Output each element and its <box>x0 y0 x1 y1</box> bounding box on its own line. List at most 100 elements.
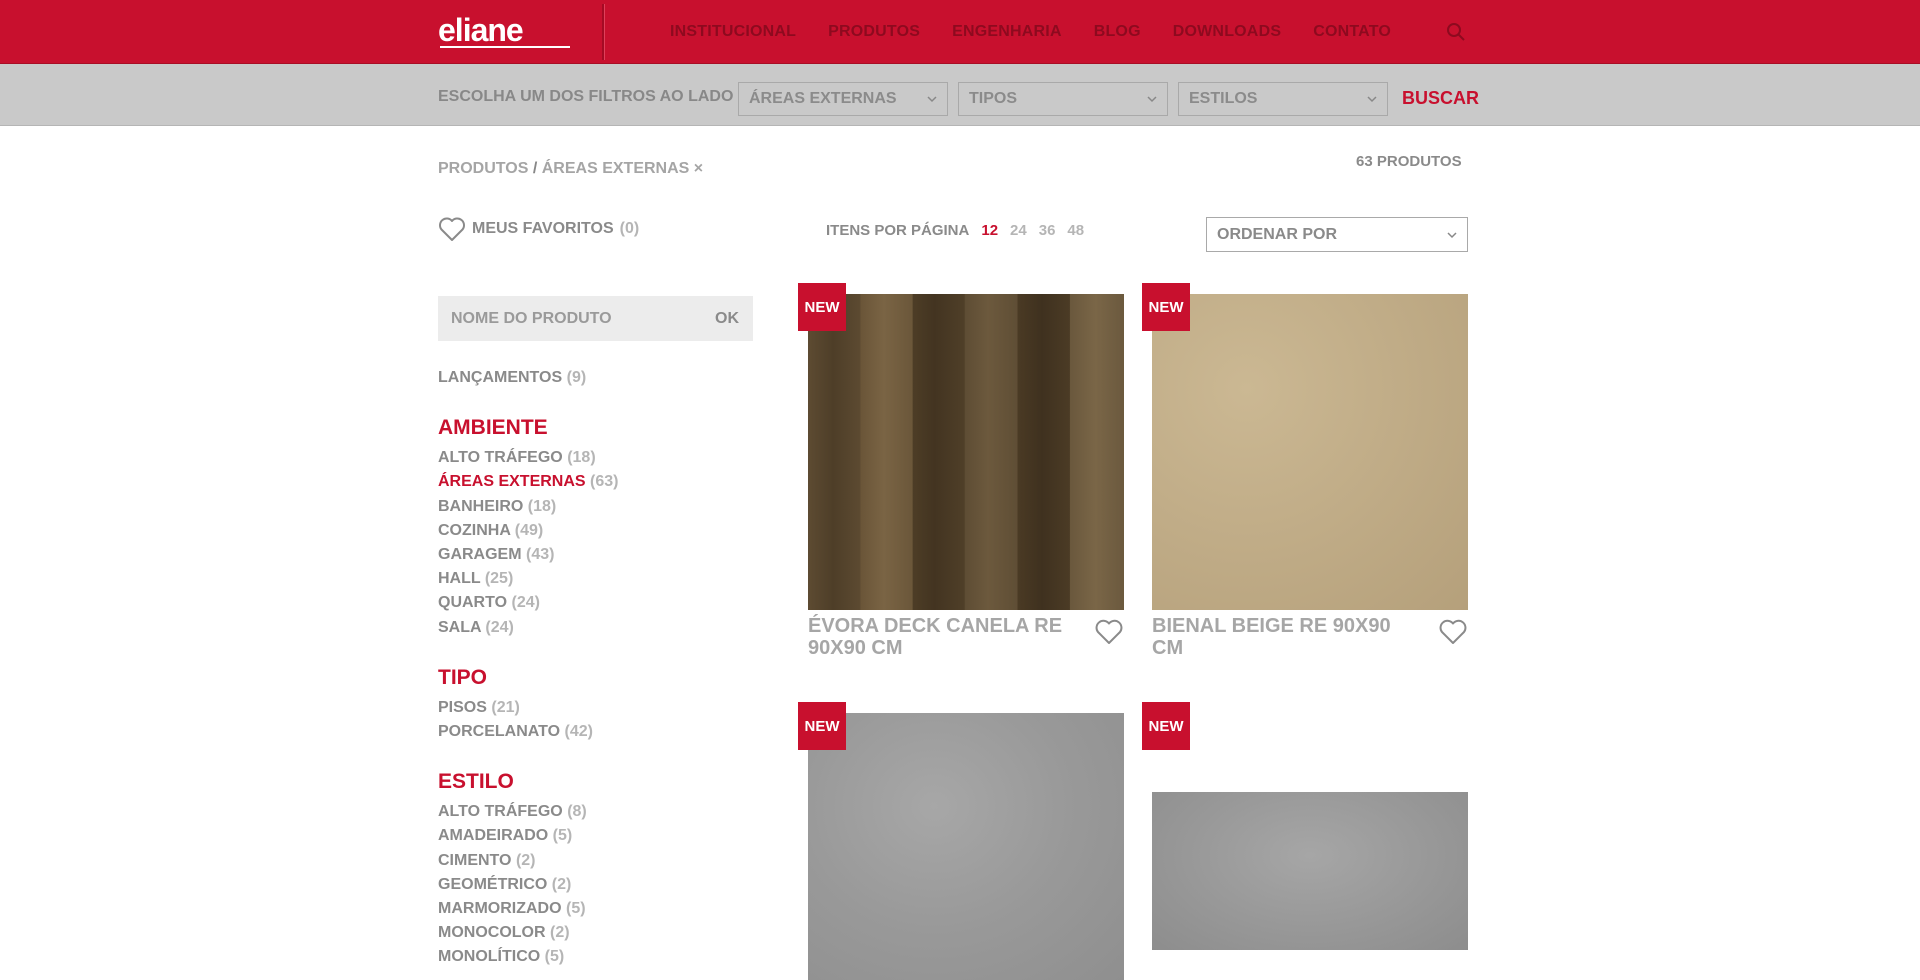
facet-label: MONOLÍTICO <box>438 948 541 966</box>
facet-item[interactable]: BANHEIRO (18) <box>438 495 738 519</box>
breadcrumb-current: ÁREAS EXTERNAS <box>541 160 690 177</box>
facet-label: MARMORIZADO <box>438 900 562 918</box>
product-search-ok-button[interactable]: OK <box>715 310 739 328</box>
facet-label: AMADEIRADO <box>438 827 549 845</box>
chevron-down-icon <box>1147 96 1157 103</box>
facet-item[interactable]: SALA (24) <box>438 616 738 640</box>
per-page-option[interactable]: 24 <box>1010 222 1027 239</box>
facet-count: (2) <box>515 851 536 869</box>
logo-underline <box>440 46 570 48</box>
facet-item[interactable]: MONOLÍTICO (5) <box>438 945 738 969</box>
facet-item[interactable]: ÁREAS EXTERNAS (63) <box>438 470 738 494</box>
product-card[interactable]: ÉVORA DECK CANELA RE 90X90 CM <box>808 294 1124 664</box>
facet-item[interactable]: CIMENTO (2) <box>438 849 738 873</box>
facet-label: LANÇAMENTOS <box>438 369 563 386</box>
order-by-label: ORDENAR POR <box>1217 226 1338 243</box>
nav-institucional[interactable]: INSTITUCIONAL <box>670 23 796 41</box>
facet-count: (24) <box>511 594 540 612</box>
per-page-option[interactable]: 12 <box>981 222 998 239</box>
chevron-down-icon <box>1367 96 1377 103</box>
per-page-option[interactable]: 36 <box>1039 222 1056 239</box>
facet-count: (5) <box>552 827 573 845</box>
tipos-select[interactable]: TIPOS <box>958 82 1168 116</box>
product-card[interactable] <box>808 713 1124 980</box>
product-card[interactable] <box>1152 792 1468 950</box>
nav-engenharia[interactable]: ENGENHARIA <box>952 23 1062 41</box>
product-image[interactable] <box>808 713 1124 980</box>
facet-title-ambiente: AMBIENTE <box>438 416 548 440</box>
facet-label: QUARTO <box>438 594 508 612</box>
nav-downloads[interactable]: DOWNLOADS <box>1173 23 1281 41</box>
facet-item[interactable]: AMADEIRADO (5) <box>438 824 738 848</box>
facet-count: (21) <box>491 698 520 716</box>
facet-item[interactable]: MONOCOLOR (2) <box>438 921 738 945</box>
facet-count: (18) <box>527 497 557 515</box>
order-by-select[interactable]: ORDENAR POR <box>1206 217 1468 252</box>
facet-item[interactable]: MARMORIZADO (5) <box>438 897 738 921</box>
facet-item[interactable]: GEOMÉTRICO (2) <box>438 873 738 897</box>
product-name[interactable]: ÉVORA DECK CANELA RE 90X90 CM <box>808 615 1068 659</box>
heart-icon <box>439 217 465 241</box>
eliane-logo[interactable]: eliane <box>438 12 524 49</box>
facet-label: ALTO TRÁFEGO <box>438 449 563 467</box>
facet-lancamentos[interactable]: LANÇAMENTOS (9) <box>438 366 738 390</box>
ambiente-select-value: ÁREAS EXTERNAS <box>749 90 897 107</box>
nav-contato[interactable]: CONTATO <box>1313 23 1391 41</box>
search-icon[interactable] <box>1446 22 1466 42</box>
product-image[interactable] <box>1152 792 1468 950</box>
facet-item[interactable]: PISOS (21) <box>438 696 738 720</box>
results-count: 63 PRODUTOS <box>1356 153 1462 170</box>
facet-label: ALTO TRÁFEGO <box>438 803 563 821</box>
breadcrumb-produtos[interactable]: PRODUTOS <box>438 160 528 177</box>
facet-count: (2) <box>551 875 572 893</box>
facet-item[interactable]: ALTO TRÁFEGO (8) <box>438 800 738 824</box>
facet-count: (63) <box>590 473 619 491</box>
buscar-button[interactable]: BUSCAR <box>1402 88 1479 109</box>
favorites-link[interactable]: MEUS FAVORITOS (0) <box>438 216 639 242</box>
ambiente-select[interactable]: ÁREAS EXTERNAS <box>738 82 948 116</box>
product-name[interactable]: BIENAL BEIGE RE 90X90 CM <box>1152 615 1412 659</box>
remove-filter-icon[interactable]: × <box>694 160 703 177</box>
facet-count: (25) <box>484 570 514 588</box>
facet-count: (24) <box>485 618 514 636</box>
main-nav: INSTITUCIONAL PRODUTOS ENGENHARIA BLOG D… <box>670 0 1391 64</box>
new-badge: NEW <box>1142 283 1190 331</box>
per-page-option[interactable]: 48 <box>1067 222 1084 239</box>
nav-produtos[interactable]: PRODUTOS <box>828 23 920 41</box>
facet-item[interactable]: GARAGEM (43) <box>438 543 738 567</box>
facet-label: PORCELANATO <box>438 723 561 741</box>
facet-label: CIMENTO <box>438 851 512 869</box>
facet-count: (43) <box>526 546 555 564</box>
facet-label: COZINHA <box>438 521 511 539</box>
facet-title-tipo: TIPO <box>438 665 488 689</box>
facet-item[interactable]: QUARTO (24) <box>438 591 738 615</box>
logo-divider <box>602 4 604 60</box>
items-per-page-label: ITENS POR PÁGINA <box>826 222 970 239</box>
facet-count: (9) <box>566 369 587 386</box>
facet-sidebar: LANÇAMENTOS (9) AMBIENTE ALTO TRÁFEGO (18… <box>438 366 738 970</box>
product-card[interactable]: BIENAL BEIGE RE 90X90 CM <box>1152 294 1468 664</box>
nav-blog[interactable]: BLOG <box>1094 23 1141 41</box>
facet-label: MONOCOLOR <box>438 924 546 942</box>
facet-item[interactable]: COZINHA (49) <box>438 519 738 543</box>
new-badge: NEW <box>1142 702 1190 750</box>
favorite-heart-icon[interactable] <box>1094 618 1124 646</box>
items-per-page: ITENS POR PÁGINA 12 24 36 48 <box>826 222 1084 239</box>
facet-label: HALL <box>438 570 481 588</box>
facet-item[interactable]: ALTO TRÁFEGO (18) <box>438 446 738 470</box>
estilos-select-value: ESTILOS <box>1189 90 1258 107</box>
facet-count: (5) <box>544 948 565 966</box>
facet-count: (5) <box>566 900 586 918</box>
favorites-count: (0) <box>619 220 640 237</box>
favorite-heart-icon[interactable] <box>1438 618 1468 646</box>
facet-item[interactable]: PORCELANATO (42) <box>438 720 738 744</box>
facet-count: (8) <box>567 803 587 821</box>
facet-item[interactable]: HALL (25) <box>438 567 738 591</box>
facet-count: (18) <box>567 449 596 467</box>
product-name-input[interactable] <box>438 296 698 341</box>
product-image[interactable] <box>1152 294 1468 610</box>
product-image[interactable] <box>808 294 1124 610</box>
facet-title-estilo: ESTILO <box>438 770 514 794</box>
facet-count: (2) <box>550 924 570 942</box>
estilos-select[interactable]: ESTILOS <box>1178 82 1388 116</box>
